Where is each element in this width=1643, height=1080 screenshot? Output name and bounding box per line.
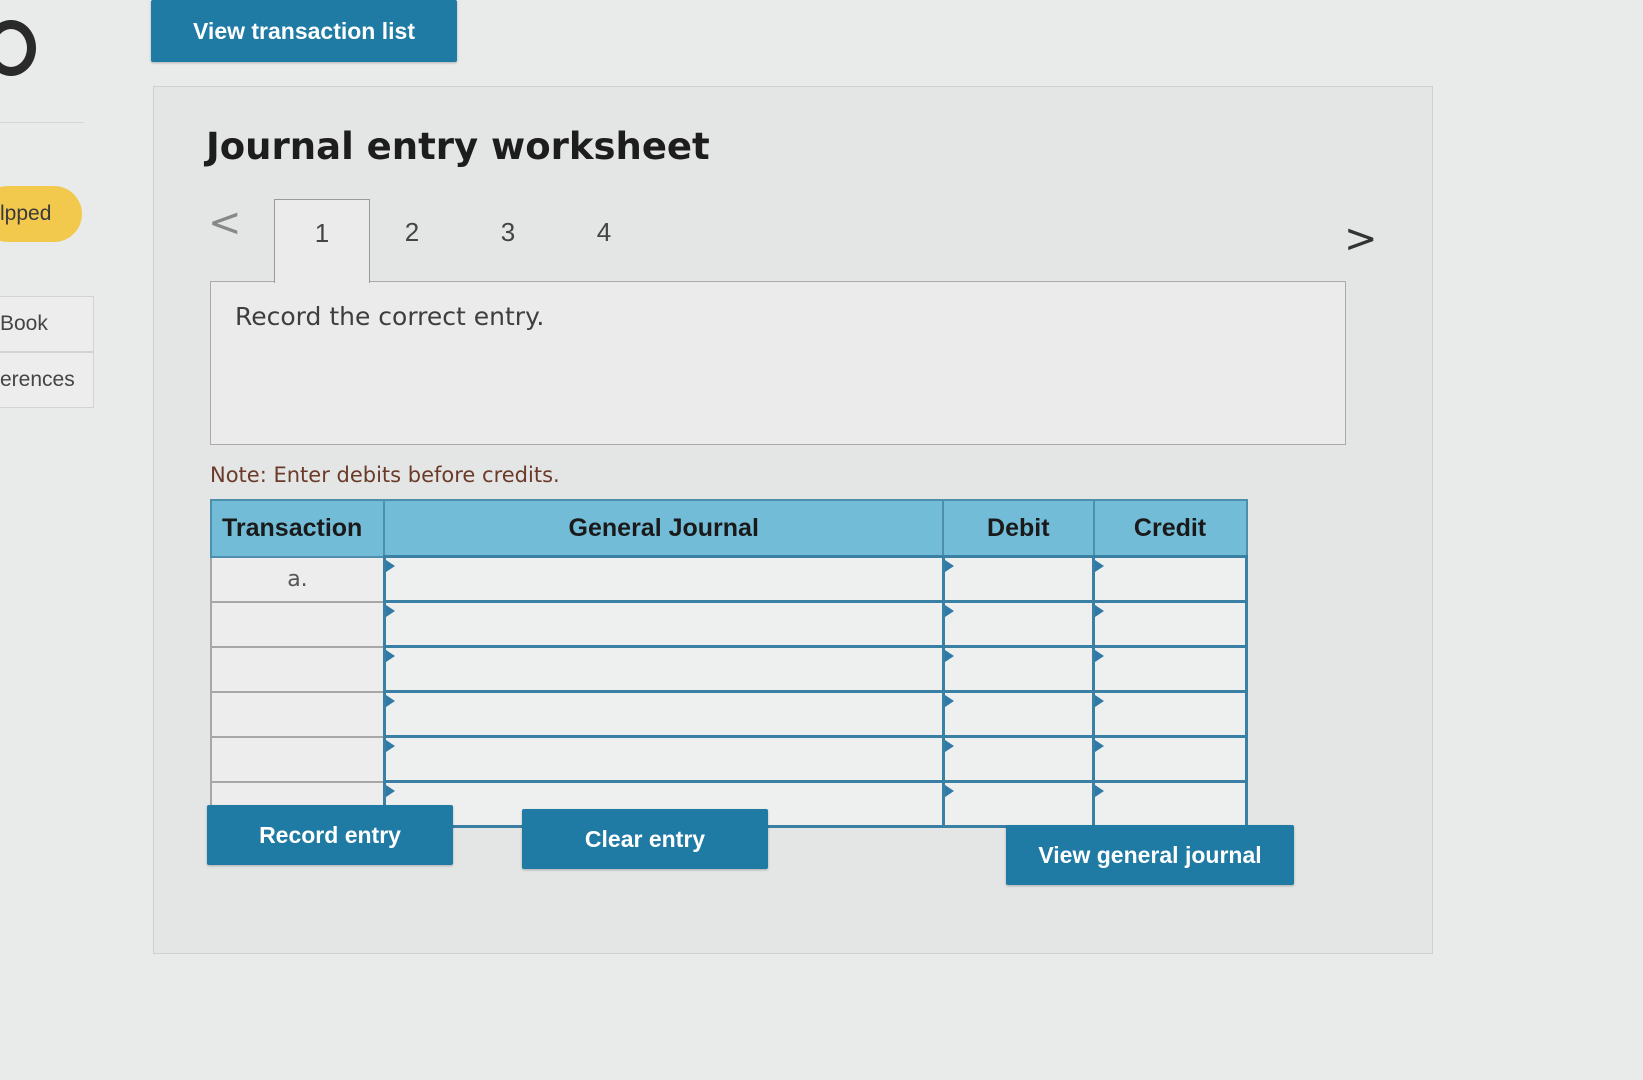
transaction-cell — [209, 735, 386, 783]
tab-3[interactable]: 3 — [460, 199, 556, 279]
instruction-panel: Record the correct entry. — [210, 281, 1346, 445]
column-header-transaction: Transaction — [209, 499, 386, 558]
chevron-right-icon[interactable]: > — [1344, 219, 1378, 259]
credit-input[interactable] — [1092, 645, 1248, 693]
debit-input[interactable] — [941, 690, 1096, 738]
credit-input[interactable] — [1092, 555, 1248, 603]
tab-4[interactable]: 4 — [556, 199, 652, 279]
debit-input[interactable] — [941, 600, 1096, 648]
view-general-journal-button[interactable]: View general journal — [1006, 825, 1294, 885]
account-input[interactable] — [382, 555, 945, 603]
note-text: Note: Enter debits before credits. — [210, 463, 560, 487]
transaction-cell — [209, 600, 386, 648]
chevron-left-icon[interactable]: < — [208, 203, 242, 243]
status-badge: lpped — [0, 186, 82, 242]
tab-2[interactable]: 2 — [364, 199, 460, 279]
column-header-credit: Credit — [1092, 499, 1248, 558]
transaction-cell: a. — [209, 555, 386, 603]
debit-input[interactable] — [941, 735, 1096, 783]
credit-input[interactable] — [1092, 780, 1248, 828]
account-input[interactable] — [382, 645, 945, 693]
column-header-debit: Debit — [942, 499, 1095, 558]
debit-input[interactable] — [941, 780, 1096, 828]
clear-entry-button[interactable]: Clear entry — [522, 809, 768, 869]
page-title: Journal entry worksheet — [206, 125, 710, 168]
sidebar-item-ebook[interactable]: Book — [0, 296, 94, 352]
credit-input[interactable] — [1092, 735, 1248, 783]
debit-input[interactable] — [941, 555, 1096, 603]
divider — [0, 122, 84, 123]
table-row — [209, 735, 1248, 783]
record-entry-button[interactable]: Record entry — [207, 805, 453, 865]
sidebar-item-references[interactable]: erences — [0, 352, 94, 408]
instruction-text: Record the correct entry. — [235, 302, 545, 331]
account-input[interactable] — [382, 735, 945, 783]
left-panel: lpped Book erences — [0, 0, 94, 1080]
tab-1[interactable]: 1 — [274, 199, 370, 283]
logo-icon — [0, 20, 36, 76]
account-input[interactable] — [382, 690, 945, 738]
table-header-row: Transaction General Journal Debit Credit — [209, 499, 1248, 558]
transaction-cell — [209, 645, 386, 693]
table-row: a. — [209, 555, 1248, 603]
journal-table: Transaction General Journal Debit Credit… — [209, 499, 1248, 828]
credit-input[interactable] — [1092, 600, 1248, 648]
transaction-cell — [209, 690, 386, 738]
view-transaction-list-button[interactable]: View transaction list — [151, 0, 457, 62]
account-input[interactable] — [382, 600, 945, 648]
credit-input[interactable] — [1092, 690, 1248, 738]
column-header-general-journal: General Journal — [383, 499, 945, 558]
table-row — [209, 690, 1248, 738]
debit-input[interactable] — [941, 645, 1096, 693]
journal-entry-worksheet: Journal entry worksheet < 1 2 3 4 > Reco… — [153, 86, 1433, 954]
table-row — [209, 645, 1248, 693]
table-row — [209, 600, 1248, 648]
